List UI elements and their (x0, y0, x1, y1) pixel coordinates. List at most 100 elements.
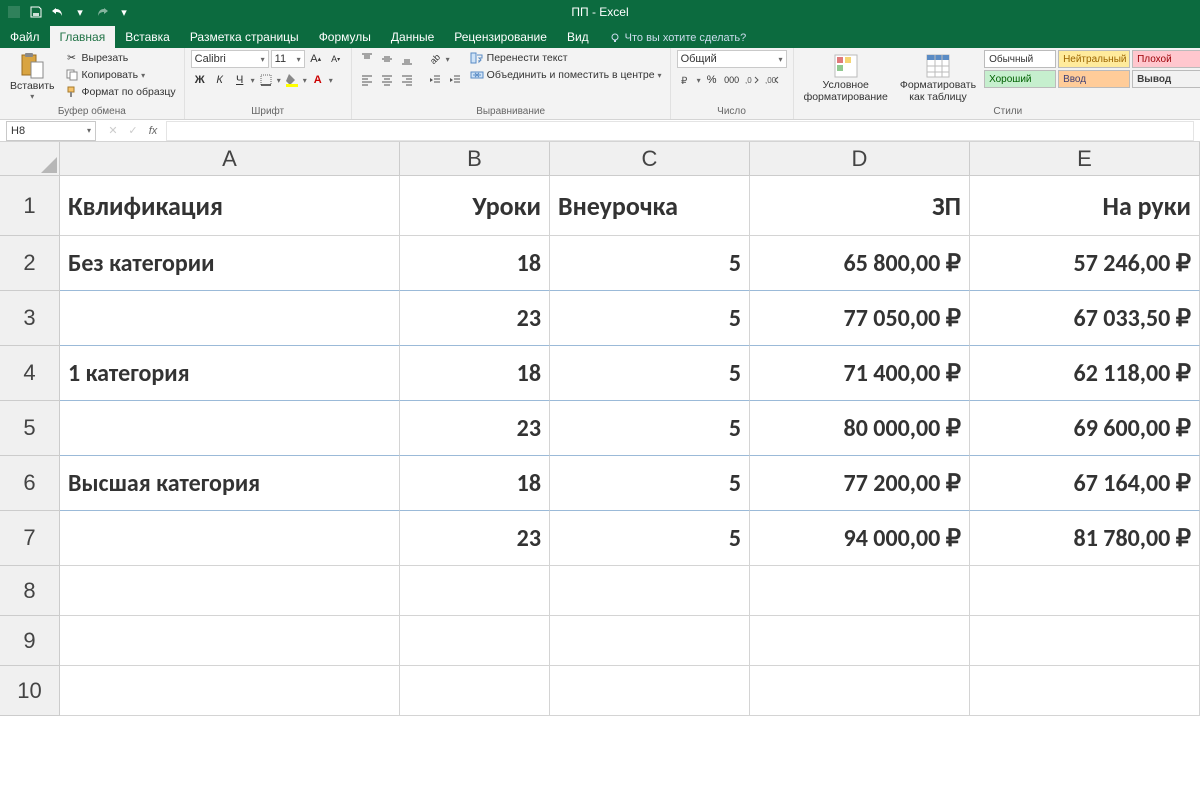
row-header-6[interactable]: 6 (0, 456, 60, 511)
tell-me-search[interactable]: Что вы хотите сделать? (599, 28, 757, 48)
paste-button[interactable]: Вставить ▾ (6, 50, 59, 103)
cell-D4[interactable]: 71 400,00 ₽ (750, 346, 970, 401)
cut-button[interactable]: ✂ Вырезать (63, 50, 178, 66)
cell-C7[interactable]: 5 (550, 511, 750, 566)
row-header-8[interactable]: 8 (0, 566, 60, 616)
fill-color-button[interactable] (283, 71, 301, 89)
tab-data[interactable]: Данные (381, 26, 444, 48)
style-neutral[interactable]: Нейтральный (1058, 50, 1130, 68)
cell-E10[interactable] (970, 666, 1200, 716)
cell-A5[interactable] (60, 401, 400, 456)
cell-B3[interactable]: 23 (400, 291, 550, 346)
underline-button[interactable]: Ч (231, 71, 249, 89)
cell-A9[interactable] (60, 616, 400, 666)
increase-indent-button[interactable] (446, 71, 464, 89)
percent-button[interactable]: % (703, 71, 721, 89)
fx-icon[interactable]: fx (144, 122, 162, 140)
format-as-table-button[interactable]: Форматировать как таблицу (896, 50, 980, 105)
spreadsheet-grid[interactable]: A B C D E 1 Квлификация Уроки Внеурочка … (0, 142, 1200, 716)
cell-D3[interactable]: 77 050,00 ₽ (750, 291, 970, 346)
cell-A4[interactable]: 1 категория (60, 346, 400, 401)
undo-icon[interactable] (50, 4, 66, 20)
cell-A7[interactable] (60, 511, 400, 566)
cell-E9[interactable] (970, 616, 1200, 666)
cell-D8[interactable] (750, 566, 970, 616)
comma-button[interactable]: 000 (723, 71, 741, 89)
cell-B2[interactable]: 18 (400, 236, 550, 291)
cell-E8[interactable] (970, 566, 1200, 616)
bold-button[interactable]: Ж (191, 71, 209, 89)
cell-B9[interactable] (400, 616, 550, 666)
cell-A1[interactable]: Квлификация (60, 176, 400, 236)
format-painter-button[interactable]: Формат по образцу (63, 84, 178, 100)
style-output[interactable]: Вывод (1132, 70, 1200, 88)
tab-review[interactable]: Рецензирование (444, 26, 557, 48)
col-header-A[interactable]: A (60, 142, 400, 176)
align-bottom-button[interactable] (398, 50, 416, 68)
tab-insert[interactable]: Вставка (115, 26, 180, 48)
cell-C8[interactable] (550, 566, 750, 616)
cell-A3[interactable] (60, 291, 400, 346)
align-middle-button[interactable] (378, 50, 396, 68)
wrap-text-button[interactable]: Перенести текст (468, 50, 664, 66)
cancel-icon[interactable]: ✕ (104, 122, 122, 140)
cell-E3[interactable]: 67 033,50 ₽ (970, 291, 1200, 346)
row-header-9[interactable]: 9 (0, 616, 60, 666)
select-all-corner[interactable] (0, 142, 60, 176)
cell-A8[interactable] (60, 566, 400, 616)
align-left-button[interactable] (358, 71, 376, 89)
cell-E5[interactable]: 69 600,00 ₽ (970, 401, 1200, 456)
col-header-D[interactable]: D (750, 142, 970, 176)
cell-B1[interactable]: Уроки (400, 176, 550, 236)
cell-B10[interactable] (400, 666, 550, 716)
row-header-10[interactable]: 10 (0, 666, 60, 716)
enter-icon[interactable]: ✓ (124, 122, 142, 140)
orientation-button[interactable]: ab (426, 50, 444, 68)
cell-E4[interactable]: 62 118,00 ₽ (970, 346, 1200, 401)
cell-A2[interactable]: Без категории (60, 236, 400, 291)
cell-C6[interactable]: 5 (550, 456, 750, 511)
cell-D2[interactable]: 65 800,00 ₽ (750, 236, 970, 291)
cell-E7[interactable]: 81 780,00 ₽ (970, 511, 1200, 566)
cell-D7[interactable]: 94 000,00 ₽ (750, 511, 970, 566)
cell-B7[interactable]: 23 (400, 511, 550, 566)
cell-E2[interactable]: 57 246,00 ₽ (970, 236, 1200, 291)
cell-D5[interactable]: 80 000,00 ₽ (750, 401, 970, 456)
cell-A10[interactable] (60, 666, 400, 716)
cell-C9[interactable] (550, 616, 750, 666)
increase-font-button[interactable]: A▴ (307, 50, 325, 68)
cell-B4[interactable]: 18 (400, 346, 550, 401)
row-header-2[interactable]: 2 (0, 236, 60, 291)
tab-pagelayout[interactable]: Разметка страницы (180, 26, 309, 48)
row-header-3[interactable]: 3 (0, 291, 60, 346)
style-normal[interactable]: Обычный (984, 50, 1056, 68)
font-size-select[interactable]: 11▾ (271, 50, 305, 68)
cell-C4[interactable]: 5 (550, 346, 750, 401)
align-right-button[interactable] (398, 71, 416, 89)
align-center-button[interactable] (378, 71, 396, 89)
align-top-button[interactable] (358, 50, 376, 68)
cell-D6[interactable]: 77 200,00 ₽ (750, 456, 970, 511)
style-input[interactable]: Ввод (1058, 70, 1130, 88)
qat-customize-icon[interactable]: ▾ (116, 4, 132, 20)
redo-icon[interactable] (94, 4, 110, 20)
cell-D9[interactable] (750, 616, 970, 666)
style-bad[interactable]: Плохой (1132, 50, 1200, 68)
conditional-formatting-button[interactable]: Условное форматирование (800, 50, 892, 105)
name-box[interactable]: H8▾ (6, 121, 96, 141)
row-header-7[interactable]: 7 (0, 511, 60, 566)
cell-E1[interactable]: На руки (970, 176, 1200, 236)
accounting-format-button[interactable]: ₽ (677, 71, 695, 89)
cell-C1[interactable]: Внеурочка (550, 176, 750, 236)
tab-file[interactable]: Файл (0, 26, 50, 48)
copy-button[interactable]: Копировать ▾ (63, 67, 178, 83)
row-header-1[interactable]: 1 (0, 176, 60, 236)
formula-input[interactable] (166, 121, 1194, 141)
save-icon[interactable] (28, 4, 44, 20)
row-header-4[interactable]: 4 (0, 346, 60, 401)
style-good[interactable]: Хороший (984, 70, 1056, 88)
col-header-C[interactable]: C (550, 142, 750, 176)
cell-C3[interactable]: 5 (550, 291, 750, 346)
col-header-E[interactable]: E (970, 142, 1200, 176)
decrease-decimal-button[interactable]: ,00 (763, 71, 781, 89)
